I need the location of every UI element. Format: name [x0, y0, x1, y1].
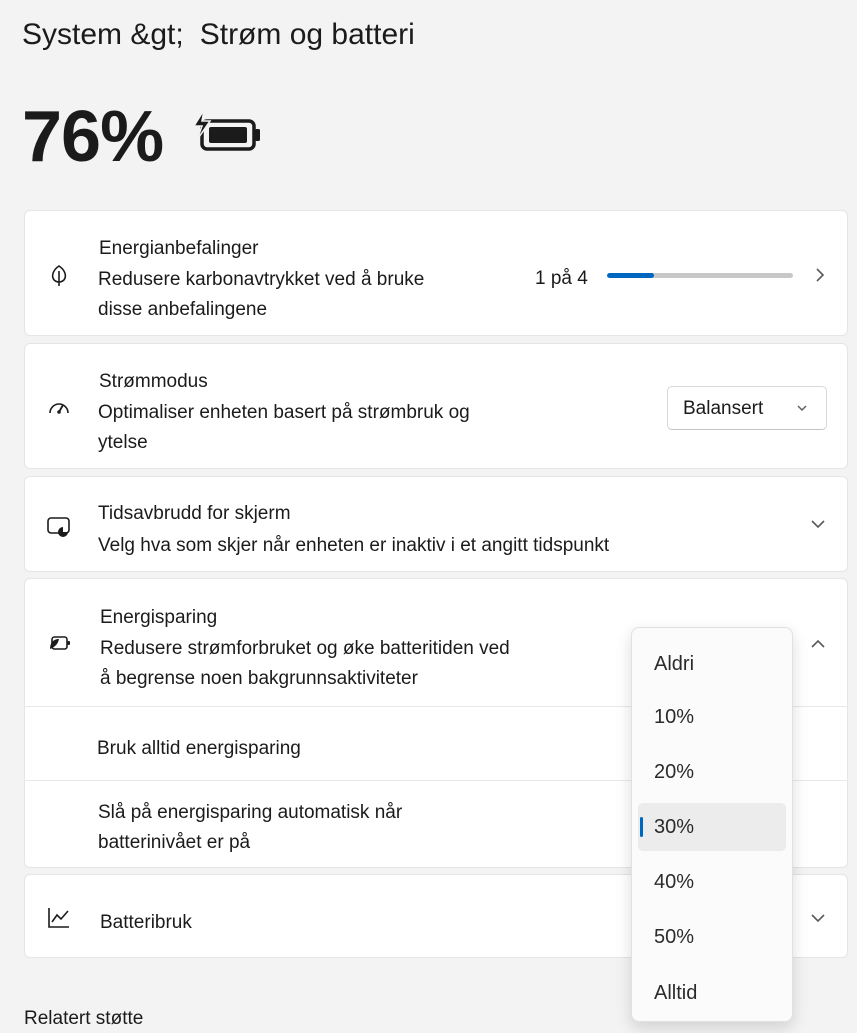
power-mode-dropdown[interactable]: Balansert — [667, 386, 827, 430]
power-mode-title: Strømmodus — [99, 371, 208, 392]
recommendations-title: Energianbefalinger — [99, 238, 259, 259]
energy-saver-always-label: Bruk alltid energisparing — [97, 738, 301, 759]
threshold-option-20[interactable]: 20% — [638, 748, 786, 796]
breadcrumb-parent[interactable]: System &gt; — [22, 18, 184, 51]
recommendations-description: Redusere karbonavtrykket ved å bruke dis… — [98, 269, 425, 320]
leaf-icon — [51, 265, 67, 286]
related-support-heading: Relatert støtte — [24, 1008, 144, 1029]
battery-usage-title: Batteribruk — [100, 912, 192, 933]
recommendations-progress-text: 1 på 4 — [535, 268, 588, 289]
screen-timeout-title: Tidsavbrudd for skjerm — [98, 503, 291, 524]
chevron-up-icon[interactable] — [809, 635, 827, 653]
option-label: 50% — [654, 926, 695, 948]
option-label: Alltid — [654, 982, 698, 1004]
option-label: 30% — [654, 816, 695, 838]
screen-timeout-card[interactable]: Tidsavbrudd for skjerm Velg hva som skje… — [24, 476, 848, 572]
power-mode-value: Balansert — [683, 398, 764, 419]
option-label: 40% — [654, 871, 695, 893]
threshold-option-aldri[interactable]: Aldri — [638, 640, 786, 688]
threshold-option-40[interactable]: 40% — [638, 858, 786, 906]
power-mode-card: Strømmodus Optimaliser enheten basert på… — [24, 343, 848, 469]
page-title: Strøm og batteri — [199, 18, 415, 51]
recommendations-progress-bar — [607, 273, 793, 278]
energy-saver-auto-label: Slå på energisparing automatisk når batt… — [98, 802, 403, 853]
chevron-down-icon[interactable] — [809, 909, 827, 927]
breadcrumb: System &gt; Strøm og batteri — [22, 14, 415, 56]
battery-charging-icon — [192, 109, 260, 151]
energy-recommendations-card[interactable]: Energianbefalinger Redusere karbonavtryk… — [24, 210, 848, 336]
chart-icon — [48, 908, 69, 928]
energy-saver-icon — [50, 636, 70, 650]
option-label: 20% — [654, 761, 695, 783]
progress-fill — [607, 273, 654, 278]
screen-timeout-description: Velg hva som skjer når enheten er inakti… — [98, 535, 610, 556]
chevron-down-icon[interactable] — [809, 515, 827, 533]
threshold-option-30[interactable]: 30% — [638, 803, 786, 851]
chevron-right-icon[interactable] — [811, 266, 829, 284]
screen-timeout-icon — [47, 517, 70, 537]
battery-level: 76% — [22, 97, 164, 177]
option-label: Aldri — [654, 653, 695, 675]
energy-saver-description: Redusere strømforbruket og øke batteriti… — [100, 638, 510, 689]
option-label: 10% — [654, 706, 695, 728]
threshold-option-50[interactable]: 50% — [638, 913, 786, 961]
gauge-icon — [49, 403, 69, 414]
threshold-option-alltid[interactable]: Alltid — [638, 969, 786, 1017]
battery-threshold-menu: Aldri 10% 20% 30% 40% 50% Alltid — [631, 627, 793, 1022]
energy-saver-title: Energisparing — [100, 607, 218, 628]
power-mode-description: Optimaliser enheten basert på strømbruk … — [98, 402, 470, 453]
threshold-option-10[interactable]: 10% — [638, 693, 786, 741]
chevron-down-icon — [797, 405, 807, 411]
